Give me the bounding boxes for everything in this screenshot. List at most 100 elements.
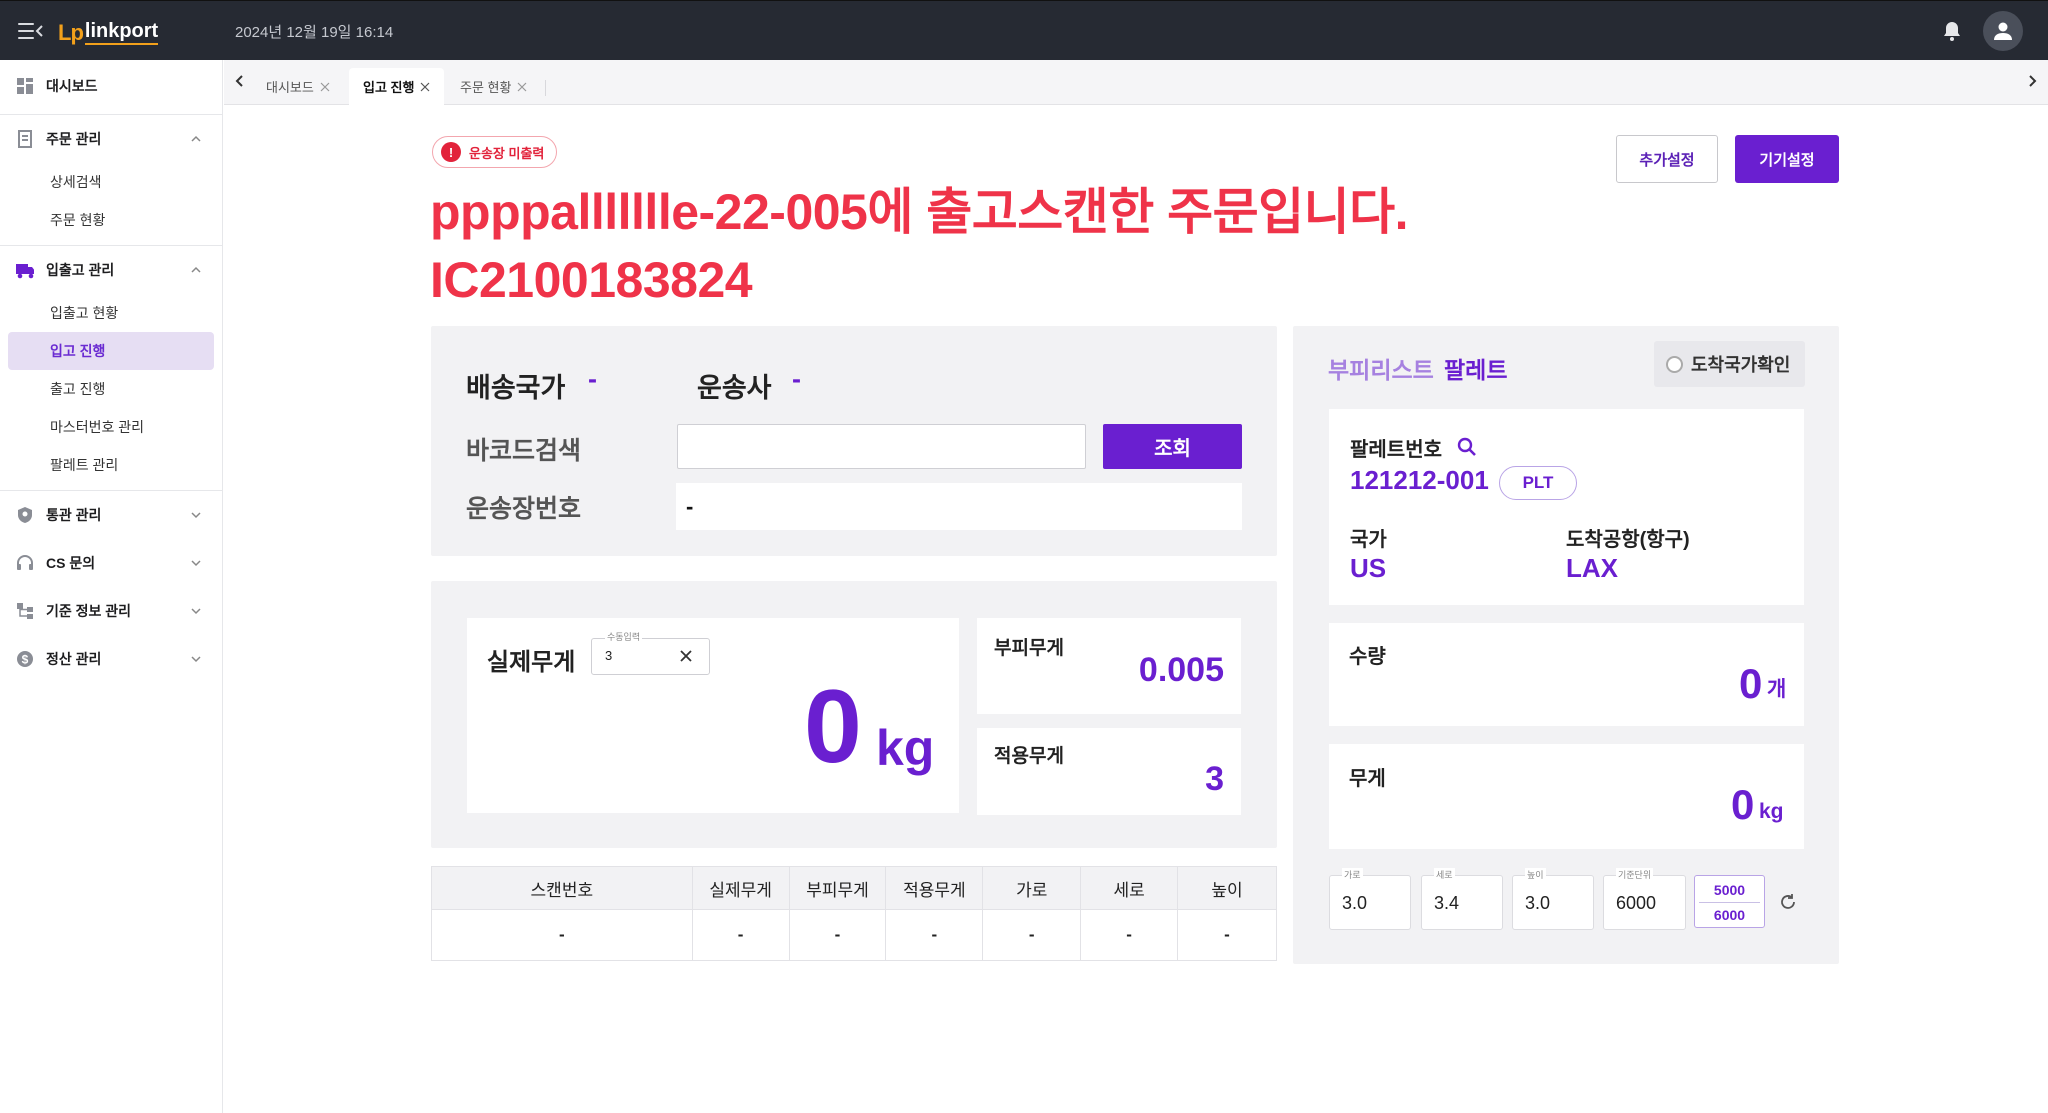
sidebar-item-order-status[interactable]: 주문 현황 xyxy=(8,201,214,239)
tab-scroll-right-icon[interactable] xyxy=(2024,73,2040,89)
tab-bar: 대시보드 입고 진행 주문 현황 xyxy=(224,60,2048,105)
close-icon[interactable] xyxy=(420,82,430,92)
manual-weight-value: 3 xyxy=(605,648,613,663)
divisor-toggle[interactable]: 5000 6000 xyxy=(1694,875,1765,928)
length-input[interactable]: 세로 3.4 xyxy=(1421,868,1503,930)
tab-separator xyxy=(545,80,546,96)
volume-divisor-input[interactable]: 기준단위 6000 xyxy=(1603,868,1686,930)
chevron-down-icon xyxy=(191,560,201,567)
tab-inbound-progress[interactable]: 입고 진행 xyxy=(349,68,445,105)
quantity-label: 수량 xyxy=(1349,646,1386,668)
badge-label: 운송장 미출력 xyxy=(469,145,545,161)
length-value: 3.4 xyxy=(1434,893,1460,913)
sidebar-item-dashboard[interactable]: 대시보드 xyxy=(0,62,222,110)
width-caption: 가로 xyxy=(1342,868,1363,881)
close-icon[interactable] xyxy=(517,82,527,92)
height-input[interactable]: 높이 3.0 xyxy=(1512,868,1594,930)
tab-dashboard[interactable]: 대시보드 xyxy=(252,68,344,105)
sidebar-item-label: 통관 관리 xyxy=(46,507,102,523)
clear-icon[interactable] xyxy=(677,647,695,665)
dollar-icon: $ xyxy=(16,650,34,668)
extra-settings-button[interactable]: 추가설정 xyxy=(1616,135,1718,183)
pallet-weight-value: 0 xyxy=(1731,781,1755,828)
sidebar-item-detail-search[interactable]: 상세검색 xyxy=(8,163,214,201)
applied-weight-value: 3 xyxy=(1205,760,1224,798)
pallet-weight-label: 무게 xyxy=(1349,768,1386,790)
sidebar-item-inbound-progress[interactable]: 입고 진행 xyxy=(8,332,214,370)
sidebar-item-label: 주문 관리 xyxy=(46,131,102,147)
close-icon[interactable] xyxy=(320,82,330,92)
divisor-option-5000[interactable]: 5000 xyxy=(1695,882,1764,898)
device-settings-button[interactable]: 기기설정 xyxy=(1735,135,1839,183)
tab-label: 대시보드 xyxy=(266,80,314,95)
table-cell: - xyxy=(788,909,887,961)
sidebar-group-master-data[interactable]: 기준 정보 관리 xyxy=(0,587,222,635)
chevron-down-icon xyxy=(191,512,201,519)
sidebar-item-master-number[interactable]: 마스터번호 관리 xyxy=(8,408,214,446)
table-cell: - xyxy=(691,909,790,961)
divisor-value: 6000 xyxy=(1616,893,1657,913)
tab-scroll-left-icon[interactable] xyxy=(232,73,248,89)
headset-icon xyxy=(16,554,34,572)
column-header: 스캔번호 xyxy=(431,866,693,910)
dashboard-icon xyxy=(16,77,34,95)
quantity-card xyxy=(1329,623,1804,726)
volume-weight-label: 부피무게 xyxy=(994,638,1064,659)
width-value: 3.0 xyxy=(1342,893,1368,913)
sidebar-item-label: 입출고 관리 xyxy=(46,262,115,278)
carrier-value: - xyxy=(792,364,801,394)
width-input[interactable]: 가로 3.0 xyxy=(1329,868,1411,930)
pallet-weight-unit: kg xyxy=(1759,800,1784,823)
column-header: 가로 xyxy=(982,866,1082,910)
table-cell: - xyxy=(885,909,984,961)
sidebar-group-settlement[interactable]: $ 정산 관리 xyxy=(0,635,222,683)
waybill-number-value: - xyxy=(676,483,1242,530)
tab-order-status[interactable]: 주문 현황 xyxy=(446,68,541,105)
actual-weight-value: 0 xyxy=(804,669,862,785)
column-header: 세로 xyxy=(1080,866,1179,910)
app-logo[interactable]: Lp linkport xyxy=(58,17,159,45)
sidebar-item-label: 대시보드 xyxy=(46,78,98,94)
arrival-airport-label: 도착공항(항구) xyxy=(1566,529,1690,551)
chevron-down-icon xyxy=(191,608,201,615)
user-avatar-icon[interactable] xyxy=(1983,11,2023,51)
country-value: US xyxy=(1350,553,1387,583)
arrival-country-check-radio[interactable]: 도착국가확인 xyxy=(1654,341,1805,387)
shipping-country-value: - xyxy=(588,364,597,394)
refresh-icon[interactable] xyxy=(1777,891,1799,913)
sidebar-group-inout-management[interactable]: 입출고 관리 xyxy=(0,246,222,294)
column-header: 적용무게 xyxy=(885,866,984,910)
tab-pallet[interactable]: 팔레트 xyxy=(1444,351,1507,385)
menu-collapse-icon[interactable] xyxy=(18,19,44,43)
shipping-country-label: 배송국가 xyxy=(466,373,566,403)
divisor-option-6000[interactable]: 6000 xyxy=(1695,907,1764,923)
lookup-button[interactable]: 조회 xyxy=(1103,424,1242,469)
pallet-type-badge: PLT xyxy=(1499,466,1577,500)
sidebar-group-order-management[interactable]: 주문 관리 xyxy=(0,115,222,163)
manual-input-caption: 수동입력 xyxy=(605,630,643,643)
height-value: 3.0 xyxy=(1525,893,1551,913)
search-icon[interactable] xyxy=(1456,436,1478,458)
barcode-search-input[interactable] xyxy=(677,424,1086,469)
quantity-unit: 개 xyxy=(1767,678,1787,701)
scan-alert-message: ppppallllllle-22-005에 출고스캔한 주문입니다. IC210… xyxy=(430,178,1409,314)
sidebar-item-outbound-progress[interactable]: 출고 진행 xyxy=(8,370,214,408)
volume-weight-value: 0.005 xyxy=(1138,651,1224,689)
carrier-label: 운송사 xyxy=(697,373,772,403)
alert-message-line1: ppppallllllle-22-005에 출고스캔한 주문입니다. xyxy=(430,184,1409,240)
tab-label: 주문 현황 xyxy=(460,80,512,95)
radio-label: 도착국가확인 xyxy=(1691,355,1791,375)
table-row[interactable]: - - - - - - - xyxy=(431,909,1277,961)
quantity-value: 0 xyxy=(1739,660,1763,707)
sidebar-group-customs[interactable]: 통관 관리 xyxy=(0,491,222,539)
sidebar-item-inout-status[interactable]: 입출고 현황 xyxy=(8,294,214,332)
tab-bag-list[interactable]: 부피리스트 xyxy=(1328,351,1434,385)
arrival-airport-value: LAX xyxy=(1566,553,1618,583)
actual-weight-unit: kg xyxy=(876,720,935,776)
logo-text: linkport xyxy=(84,19,159,45)
sidebar-group-cs[interactable]: CS 문의 xyxy=(0,539,222,587)
sidebar-item-label: 정산 관리 xyxy=(46,651,102,667)
sidebar-item-label: 기준 정보 관리 xyxy=(46,603,132,619)
notification-bell-icon[interactable] xyxy=(1940,19,1964,43)
sidebar-item-pallet-management[interactable]: 팔레트 관리 xyxy=(8,446,214,484)
